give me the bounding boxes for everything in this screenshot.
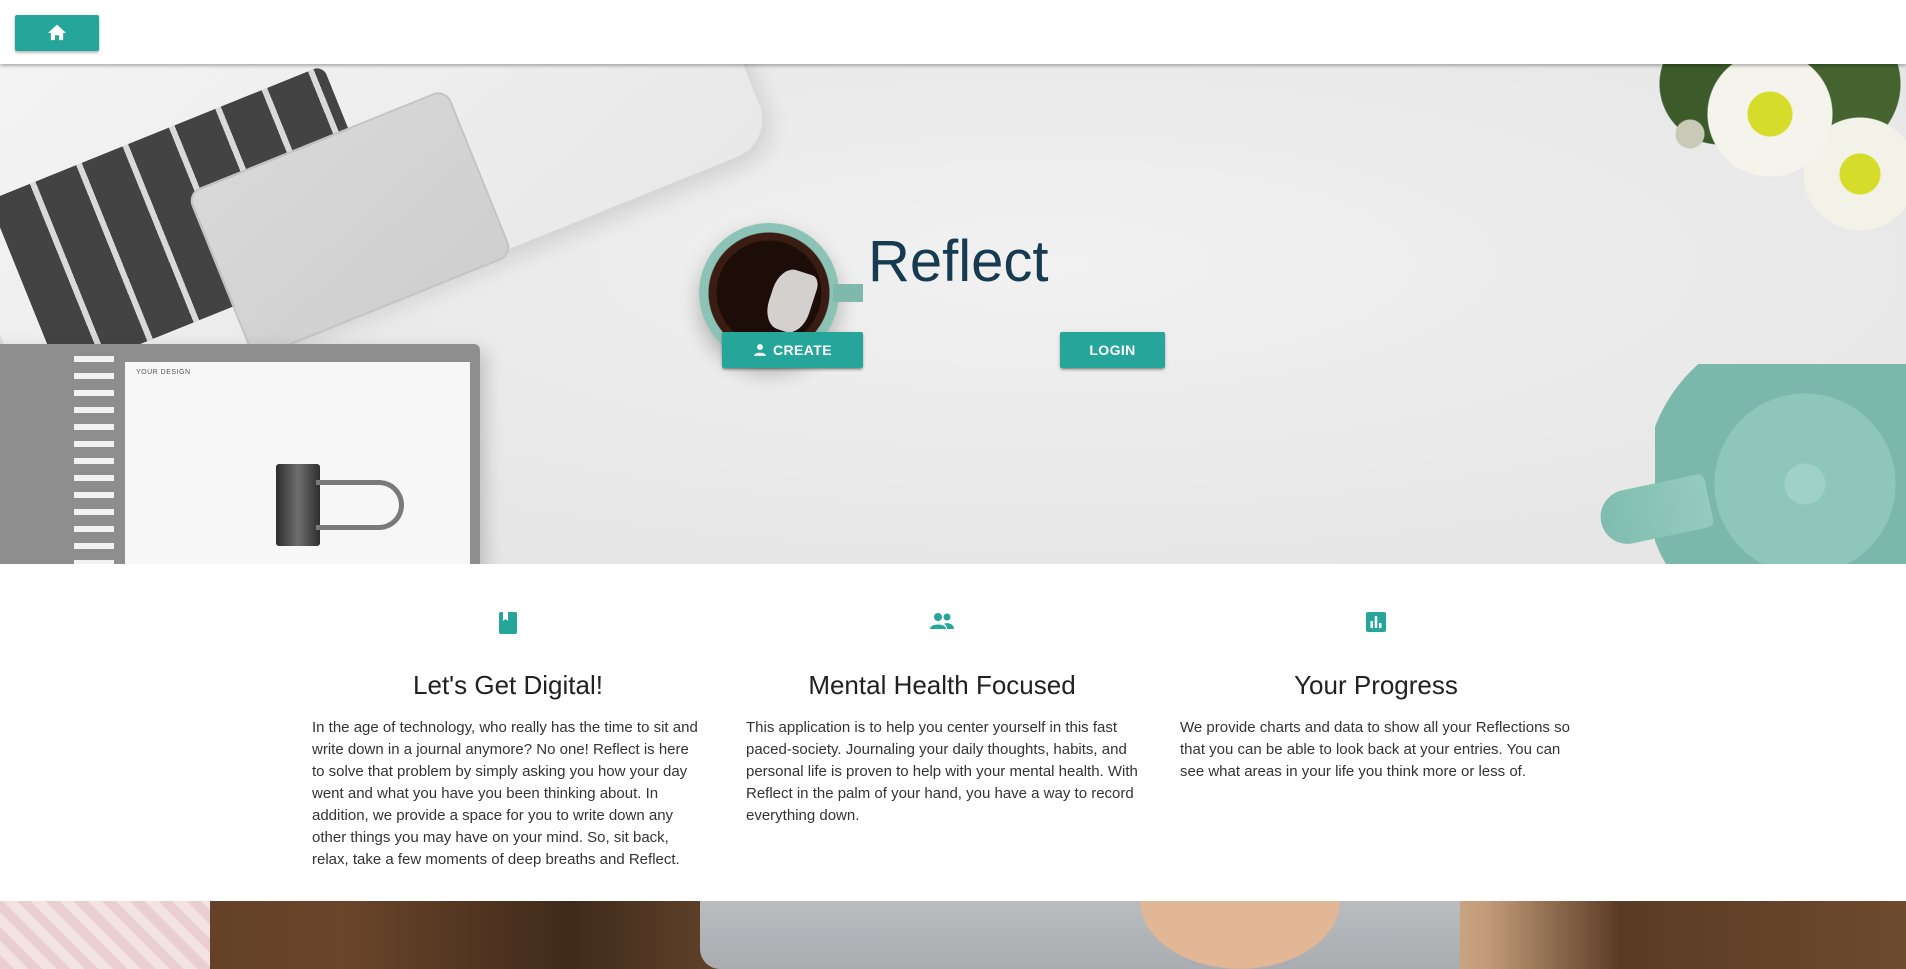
person-icon xyxy=(753,343,767,357)
teapot-image xyxy=(1655,364,1906,564)
binder-clip xyxy=(276,464,320,546)
login-button[interactable]: LOGIN xyxy=(1060,332,1165,368)
create-button[interactable]: CREATE xyxy=(722,332,863,368)
feature-title: Let's Get Digital! xyxy=(413,670,603,700)
create-button-label: CREATE xyxy=(773,342,832,358)
hero-section: YOUR DESIGN xyxy=(0,64,1906,564)
notebook-rings xyxy=(74,356,114,564)
feature-description: In the age of technology, who really has… xyxy=(312,719,698,868)
people-icon xyxy=(746,612,1138,640)
feature-description: We provide charts and data to show all y… xyxy=(1180,719,1570,780)
hand-image xyxy=(1140,901,1340,969)
feature-title: Mental Health Focused xyxy=(808,670,1076,700)
notebook-label: YOUR DESIGN xyxy=(136,369,191,376)
flowers-image xyxy=(1600,64,1906,264)
bottom-parallax-image xyxy=(0,901,1906,969)
binder-clip-wire xyxy=(316,480,404,530)
feature-title: Your Progress xyxy=(1294,670,1458,700)
feature-mental-health: Mental Health Focused This application i… xyxy=(746,612,1138,827)
chart-icon xyxy=(1180,612,1572,640)
coffee-cup-handle xyxy=(833,284,863,302)
home-button[interactable] xyxy=(15,15,99,51)
feature-digital: Let's Get Digital! In the age of technol… xyxy=(312,612,704,871)
login-button-label: LOGIN xyxy=(1089,342,1136,358)
book-icon xyxy=(312,612,704,640)
hero-title: Reflect xyxy=(868,229,1049,294)
top-navbar xyxy=(0,0,1906,64)
feature-description: This application is to help you center y… xyxy=(746,719,1138,824)
feature-progress: Your Progress We provide charts and data… xyxy=(1180,612,1572,783)
home-icon xyxy=(47,23,67,44)
laptop-bottom-image xyxy=(700,901,1460,969)
cloth-image xyxy=(0,901,210,969)
